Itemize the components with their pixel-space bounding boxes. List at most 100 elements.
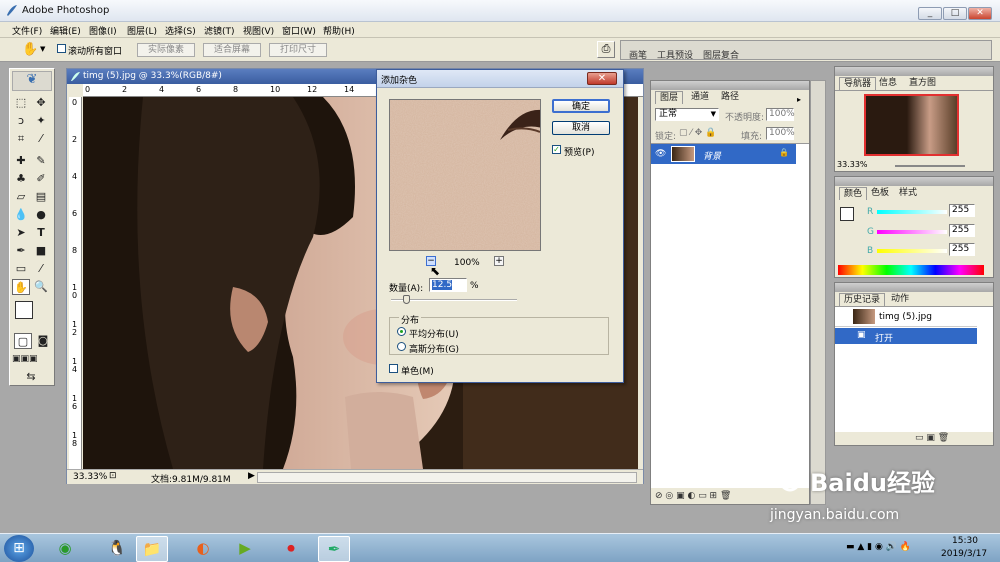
jump-to-imageready-icon[interactable]: ⇆ bbox=[22, 369, 40, 385]
file-browser-icon[interactable]: ⎙ bbox=[597, 41, 615, 58]
path-select-icon[interactable]: ➤ bbox=[12, 225, 30, 241]
tab-history[interactable]: 历史记录 bbox=[839, 293, 886, 306]
qq-icon[interactable]: 🐧 bbox=[102, 536, 132, 562]
layer-row-background[interactable]: 👁 背景 🔒 bbox=[651, 144, 796, 164]
marquee-tool-icon[interactable]: ⬚ bbox=[12, 95, 30, 111]
healing-brush-icon[interactable]: ✚ bbox=[12, 153, 30, 169]
tab-layers[interactable]: 图层 bbox=[655, 91, 684, 104]
panel-menu-icon[interactable]: ▸ bbox=[797, 95, 801, 104]
menu-filter[interactable]: 滤镜(T) bbox=[204, 24, 235, 37]
history-brush-icon[interactable]: ✐ bbox=[32, 171, 50, 187]
stamp-tool-icon[interactable]: ♣ bbox=[12, 171, 30, 187]
zoom-tool-icon[interactable]: 🔍 bbox=[32, 279, 50, 295]
menu-window[interactable]: 窗口(W) bbox=[282, 24, 316, 37]
close-button[interactable]: ✕ bbox=[968, 7, 992, 20]
tab-paths[interactable]: 路径 bbox=[717, 91, 743, 104]
lock-icons[interactable]: ▢ ⁄ ✥ 🔒 bbox=[679, 128, 716, 138]
clock-time[interactable]: 15:30 bbox=[952, 536, 978, 546]
navigator-zoom[interactable]: 33.33% bbox=[837, 160, 868, 169]
b-value[interactable]: 255 bbox=[949, 243, 975, 256]
fill-input[interactable]: 100% bbox=[766, 127, 795, 140]
standard-mode-icon[interactable]: ▢ bbox=[14, 333, 32, 349]
tab-color[interactable]: 颜色 bbox=[839, 187, 868, 200]
dodge-tool-icon[interactable]: ● bbox=[32, 207, 50, 223]
screen-recorder-icon[interactable]: ⏺ bbox=[276, 536, 306, 562]
gaussian-radio[interactable] bbox=[397, 342, 406, 351]
ok-button[interactable]: 确定 bbox=[552, 99, 610, 113]
screen-mode-icons[interactable]: ▣▣▣ bbox=[12, 351, 38, 367]
eyedropper-icon[interactable]: ⁄ bbox=[32, 261, 50, 277]
b-slider[interactable] bbox=[877, 249, 947, 253]
g-slider[interactable] bbox=[877, 230, 947, 234]
actual-pixels-button[interactable]: 实际像素 bbox=[137, 43, 195, 57]
menu-help[interactable]: 帮助(H) bbox=[323, 24, 355, 37]
uniform-radio[interactable] bbox=[397, 327, 406, 336]
color-ramp[interactable] bbox=[838, 265, 984, 275]
file-explorer-icon[interactable]: 📁 bbox=[136, 536, 168, 562]
tab-styles[interactable]: 样式 bbox=[895, 187, 921, 200]
feather-logo-icon[interactable]: ❦ bbox=[12, 71, 52, 91]
monochromatic-checkbox[interactable] bbox=[389, 364, 398, 373]
tab-info[interactable]: 信息 bbox=[875, 77, 901, 90]
zoom-level[interactable]: 33.33% bbox=[73, 472, 107, 482]
noise-preview[interactable] bbox=[389, 99, 541, 251]
hand-tool-selected-icon[interactable]: ✋ bbox=[12, 279, 30, 295]
360-browser-icon[interactable]: ◉ bbox=[50, 536, 80, 562]
gradient-tool-icon[interactable]: ▤ bbox=[32, 189, 50, 205]
blend-mode-select[interactable]: 正常 ▼ bbox=[655, 108, 719, 121]
lasso-tool-icon[interactable]: ↄ bbox=[12, 113, 30, 129]
color-foreground-swatch[interactable] bbox=[840, 207, 854, 221]
well-tab-layer-comps[interactable]: 图层复合 bbox=[703, 48, 739, 61]
menu-view[interactable]: 视图(V) bbox=[243, 24, 274, 37]
visibility-eye-icon[interactable]: 👁 bbox=[655, 149, 666, 159]
cancel-button[interactable]: 取消 bbox=[552, 121, 610, 135]
zoom-in-button[interactable]: + bbox=[494, 256, 504, 266]
navigator-zoom-slider[interactable] bbox=[895, 165, 965, 167]
menu-file[interactable]: 文件(F) bbox=[12, 24, 42, 37]
r-value[interactable]: 255 bbox=[949, 204, 975, 217]
opacity-input[interactable]: 100% bbox=[766, 108, 795, 121]
history-snapshot-row[interactable]: timg (5).jpg bbox=[835, 307, 977, 327]
eraser-tool-icon[interactable]: ▱ bbox=[12, 189, 30, 205]
brush-tool-icon[interactable]: ✎ bbox=[32, 153, 50, 169]
tab-navigator[interactable]: 导航器 bbox=[839, 77, 877, 90]
shape-tool-icon[interactable]: ■ bbox=[32, 243, 50, 259]
menu-select[interactable]: 选择(S) bbox=[165, 24, 196, 37]
well-tab-brushes[interactable]: 画笔 bbox=[629, 48, 647, 61]
g-value[interactable]: 255 bbox=[949, 224, 975, 237]
menu-edit[interactable]: 编辑(E) bbox=[50, 24, 81, 37]
tab-channels[interactable]: 通道 bbox=[687, 91, 713, 104]
quickmask-mode-icon[interactable]: ◙ bbox=[34, 333, 52, 349]
print-size-button[interactable]: 打印尺寸 bbox=[269, 43, 327, 57]
photoshop-taskbar-icon[interactable]: ✒ bbox=[318, 536, 350, 562]
crop-tool-icon[interactable]: ⌗ bbox=[12, 131, 30, 147]
pen-tool-icon[interactable]: ✒ bbox=[12, 243, 30, 259]
menu-image[interactable]: 图像(I) bbox=[89, 24, 117, 37]
dialog-close-button[interactable]: ✕ bbox=[587, 72, 617, 85]
tab-swatches[interactable]: 色板 bbox=[867, 187, 893, 200]
minimize-button[interactable]: _ bbox=[918, 7, 942, 20]
tray-icons[interactable]: ▬ ▲ ▮ ◉ 🔊 🔥 bbox=[846, 542, 911, 552]
fit-screen-button[interactable]: 适合屏幕 bbox=[203, 43, 261, 57]
navigator-thumbnail[interactable] bbox=[864, 94, 959, 156]
well-tab-tool-presets[interactable]: 工具预设 bbox=[657, 48, 693, 61]
amount-input[interactable]: 12.5 bbox=[429, 278, 467, 292]
move-tool-icon[interactable]: ✥ bbox=[32, 95, 50, 111]
amount-slider-thumb[interactable] bbox=[403, 295, 411, 304]
ruler-vertical[interactable]: 0 2 4 6 8 1 0 1 2 1 4 1 6 1 8 bbox=[69, 97, 82, 469]
horizontal-scrollbar[interactable] bbox=[257, 472, 637, 483]
layers-scrollbar[interactable] bbox=[810, 80, 826, 505]
maximize-button[interactable]: □ bbox=[943, 7, 967, 20]
scroll-all-checkbox[interactable] bbox=[57, 44, 66, 53]
history-footer-icons[interactable]: ▭ ▣ 🗑 bbox=[915, 433, 949, 443]
slice-tool-icon[interactable]: ⁄ bbox=[32, 131, 50, 147]
color-swatches[interactable] bbox=[15, 301, 49, 335]
notes-tool-icon[interactable]: ▭ bbox=[12, 261, 30, 277]
magic-wand-icon[interactable]: ✦ bbox=[32, 113, 50, 129]
firefox-icon[interactable]: ◐ bbox=[188, 536, 218, 562]
layer-name[interactable]: 背景 bbox=[703, 149, 721, 162]
history-step-row[interactable]: ▣ 打开 bbox=[835, 328, 977, 344]
clock-date[interactable]: 2019/3/17 bbox=[941, 549, 987, 559]
type-tool-icon[interactable]: T bbox=[32, 225, 50, 241]
tab-histogram[interactable]: 直方图 bbox=[905, 77, 940, 90]
